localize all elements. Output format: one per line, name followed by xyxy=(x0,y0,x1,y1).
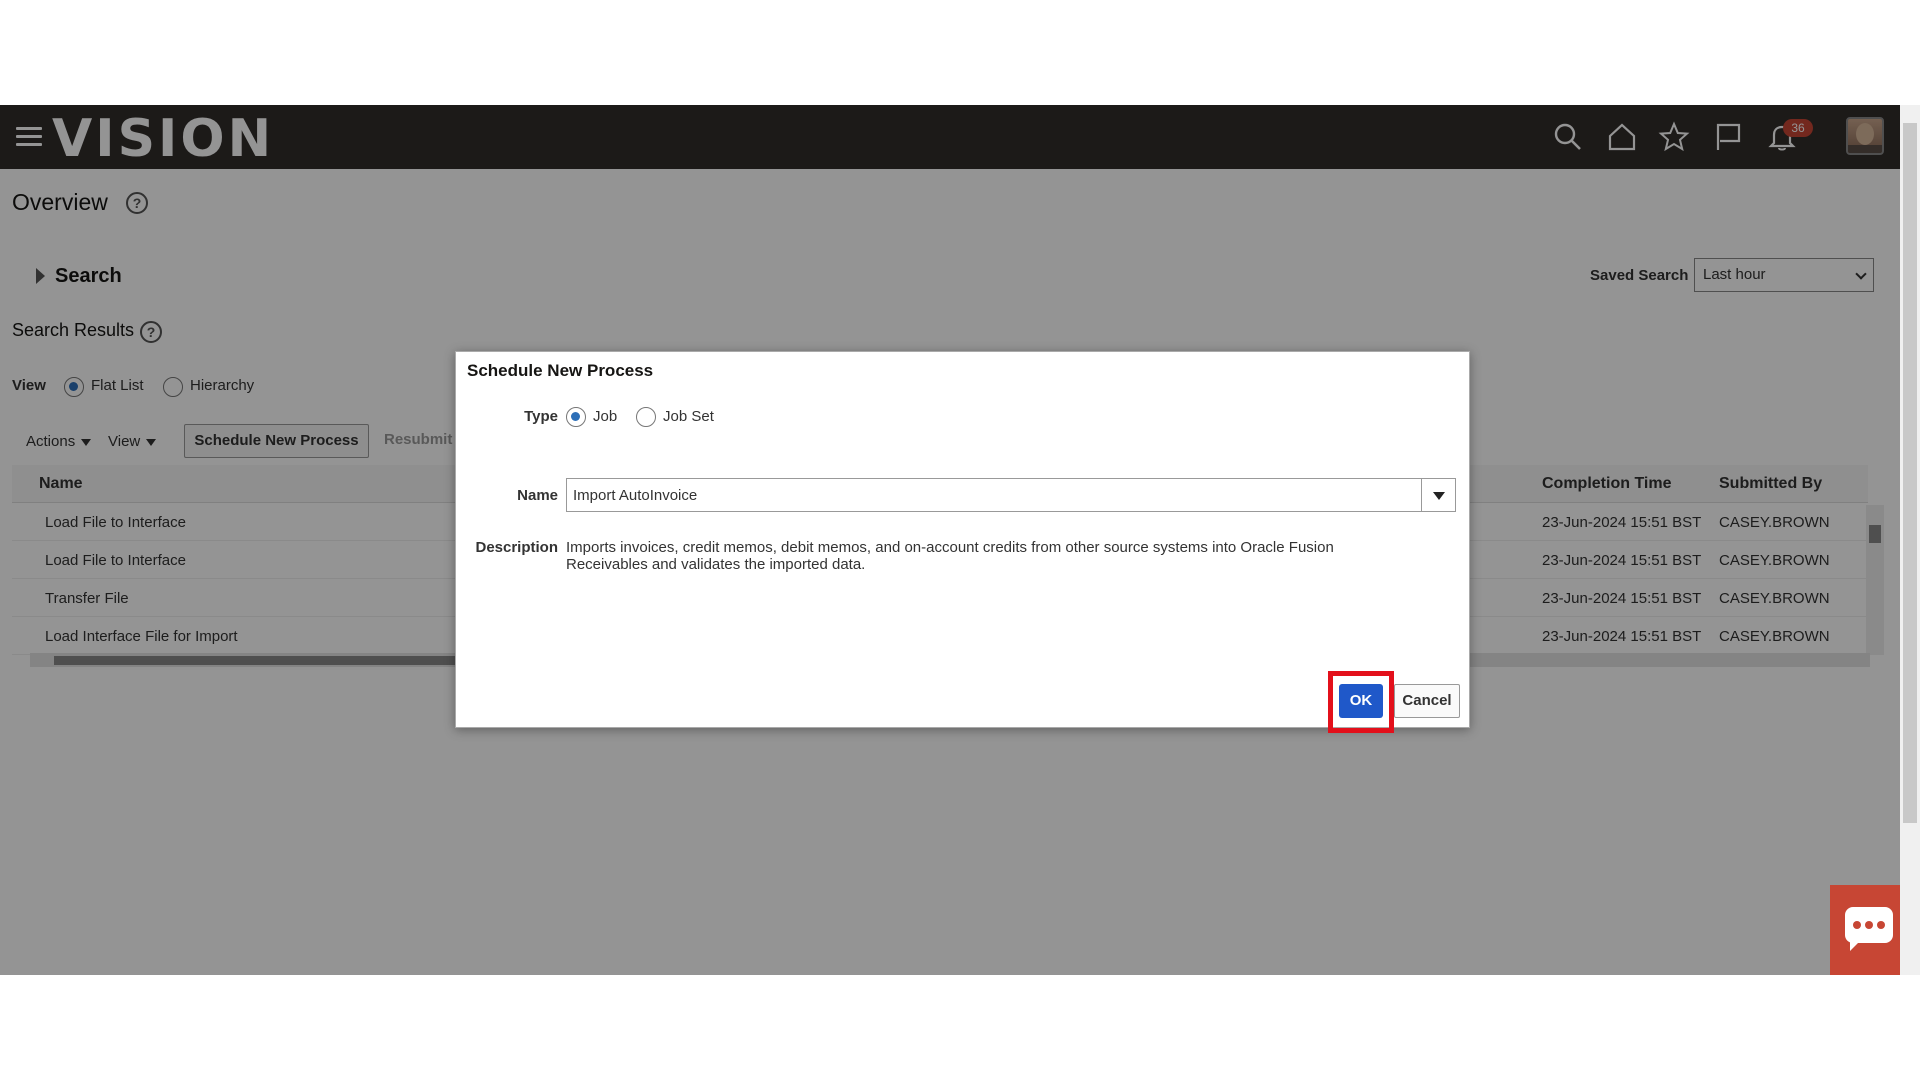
cancel-button[interactable]: Cancel xyxy=(1394,684,1460,718)
page-vertical-scrollbar[interactable] xyxy=(1900,105,1920,975)
schedule-new-process-dialog: Schedule New Process Type Job Job Set Na… xyxy=(455,351,1470,733)
type-job-set-radio[interactable] xyxy=(636,407,656,427)
name-label: Name xyxy=(517,487,558,504)
name-combobox[interactable]: Import AutoInvoice xyxy=(566,478,1456,512)
type-job-label: Job xyxy=(593,408,618,425)
scrollbar-thumb[interactable] xyxy=(1903,123,1917,823)
description-text: Imports invoices, credit memos, debit me… xyxy=(566,539,1334,573)
app-window: VISION 36 Overview ? Search Saved Search… xyxy=(0,105,1920,975)
type-job-radio[interactable] xyxy=(566,407,586,427)
dialog-title: Schedule New Process xyxy=(467,361,654,380)
description-label: Description xyxy=(475,539,558,556)
chat-bubble-icon xyxy=(1845,907,1893,943)
ok-button[interactable]: OK xyxy=(1339,684,1383,718)
dropdown-arrow-icon[interactable] xyxy=(1421,479,1455,511)
chat-button[interactable] xyxy=(1830,885,1900,975)
type-job-set-label: Job Set xyxy=(663,408,714,425)
chat-bubble-tail xyxy=(1850,939,1862,951)
name-value: Import AutoInvoice xyxy=(573,487,698,504)
type-label: Type xyxy=(524,408,558,425)
